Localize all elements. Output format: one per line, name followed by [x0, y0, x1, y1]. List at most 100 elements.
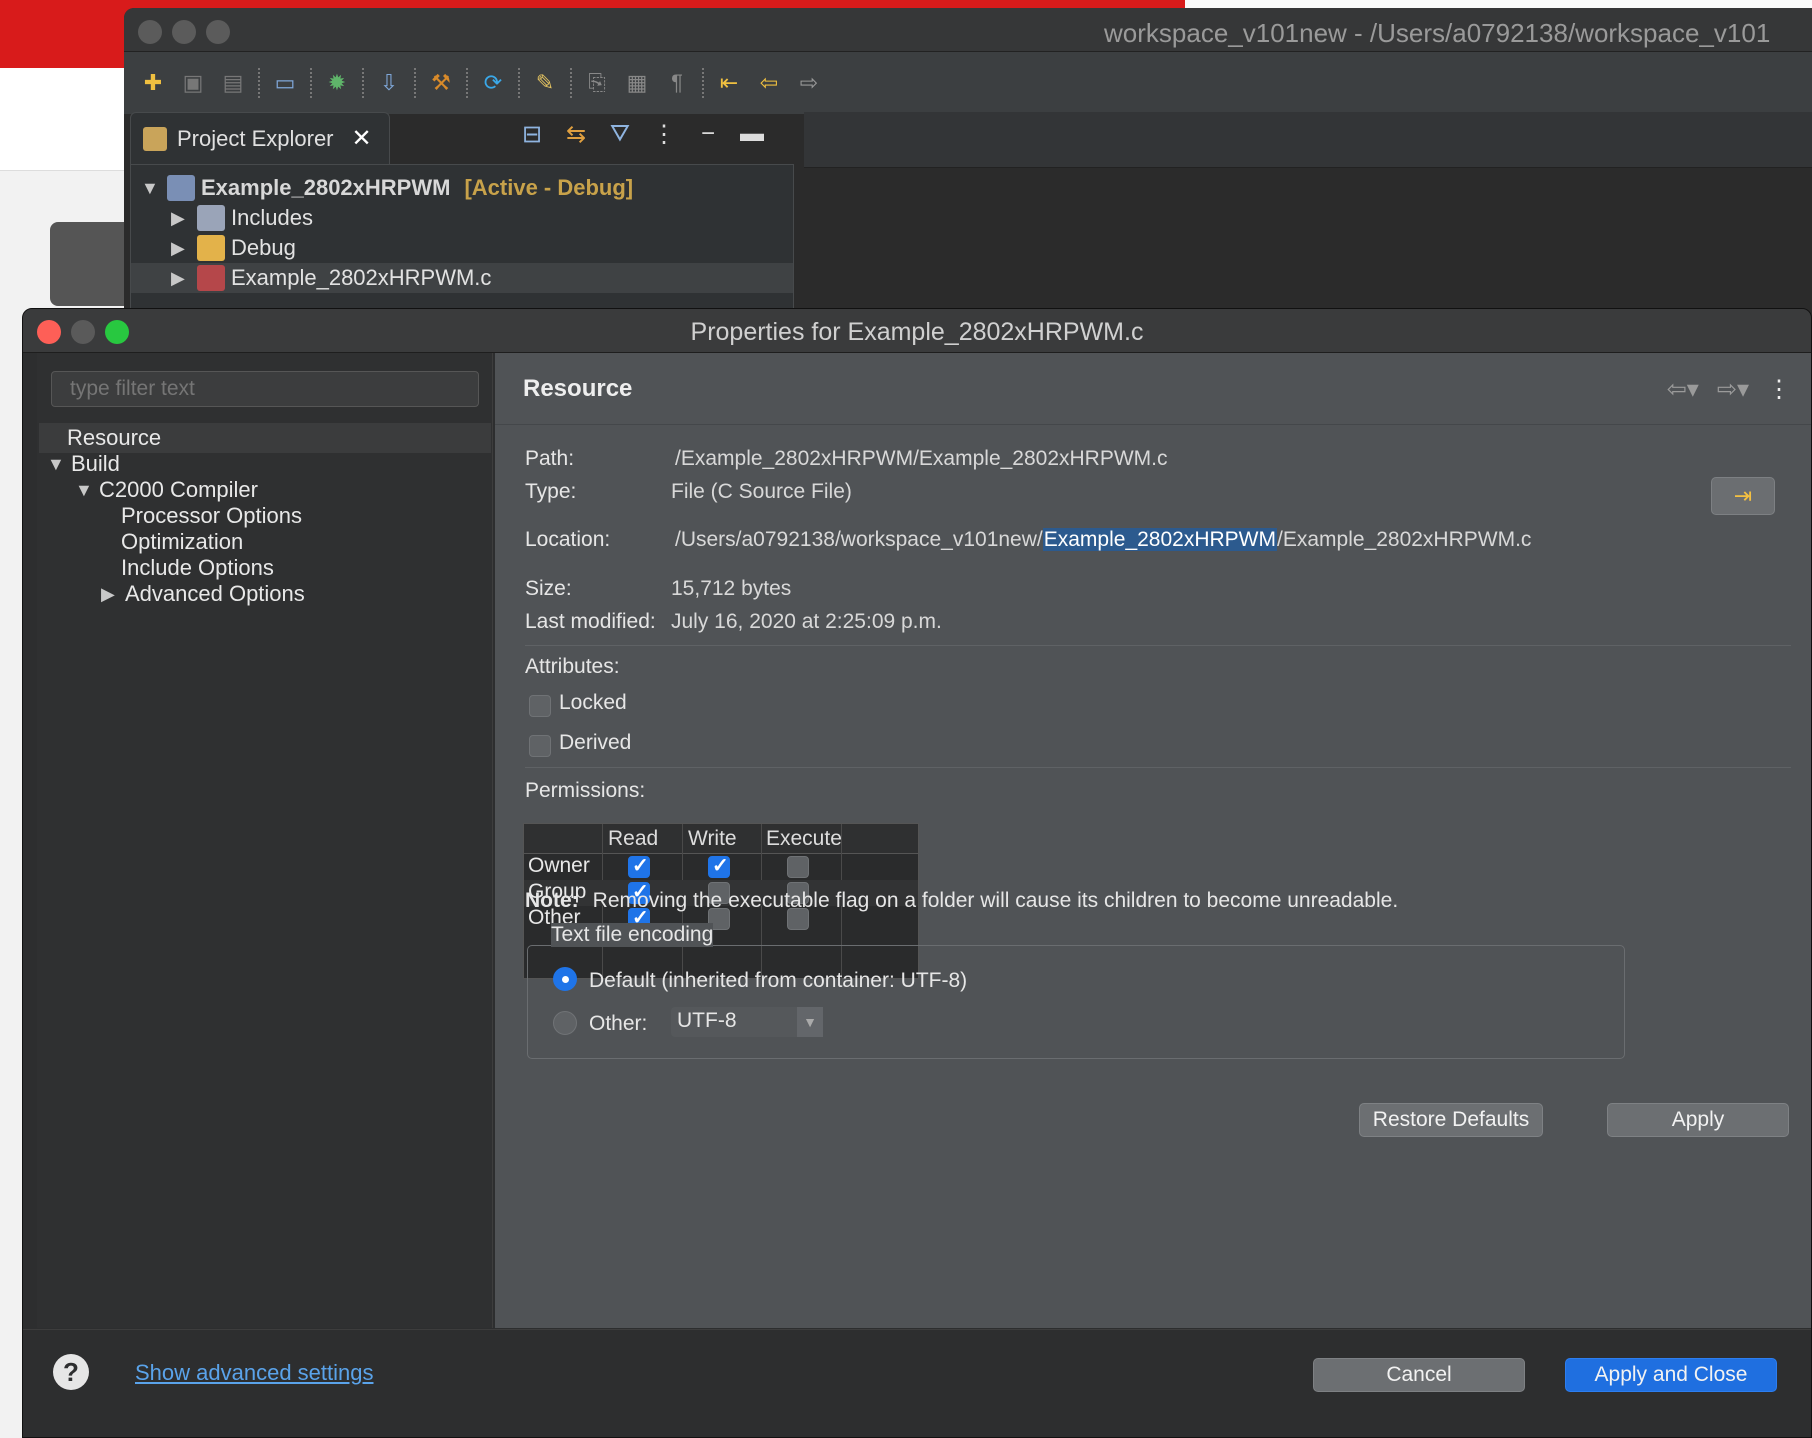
- owner-write-checkbox[interactable]: [708, 853, 730, 878]
- debug-icon[interactable]: ✹: [322, 69, 352, 97]
- pencil-icon[interactable]: ✎: [530, 69, 560, 97]
- nav-item-advanced-options[interactable]: ▶ Advanced Options: [101, 579, 305, 609]
- back-arrow-icon[interactable]: ⇦▾: [1667, 375, 1699, 404]
- ide-window-title: workspace_v101new - /Users/a0792138/work…: [1104, 18, 1771, 48]
- chevron-down-icon[interactable]: ▼: [141, 178, 161, 199]
- location-value[interactable]: /Users/a0792138/workspace_v101new/Exampl…: [675, 528, 1531, 552]
- derived-label: Derived: [559, 731, 632, 754]
- show-in-system-explorer-button[interactable]: ⇥: [1711, 477, 1775, 515]
- properties-dialog: Properties for Example_2802xHRPWM.c Reso…: [22, 308, 1812, 1438]
- forward-icon[interactable]: ⇨: [794, 69, 824, 97]
- explorer-toolbar: ⊟ ⇆ ⛛ ⋮ − ▬: [518, 120, 766, 149]
- chevron-down-icon[interactable]: ▼: [47, 454, 67, 475]
- dialog-titlebar: Properties for Example_2802xHRPWM.c: [23, 309, 1811, 353]
- locked-label: Locked: [559, 691, 627, 714]
- ide-toolbar: ✚ ▣ ▤ ▭ ✹ ⇩ ⚒ ⟳ ✎ ⎘ ▦ ¶ ⇤ ⇦ ⇨: [124, 52, 1812, 114]
- chevron-down-icon[interactable]: ▼: [797, 1007, 823, 1037]
- collapse-all-icon[interactable]: ⊟: [518, 120, 546, 149]
- background-page-strip: [1185, 0, 1812, 8]
- forward-arrow-icon[interactable]: ⇨▾: [1717, 375, 1749, 404]
- project-explorer-tab[interactable]: Project Explorer ✕: [130, 112, 390, 164]
- column-read: Read: [608, 827, 659, 850]
- column-execute: Execute: [766, 827, 842, 850]
- derived-checkbox[interactable]: [529, 735, 551, 757]
- refresh-icon[interactable]: ⟳: [478, 69, 508, 97]
- apply-button[interactable]: Apply: [1607, 1103, 1789, 1137]
- owner-execute-checkbox[interactable]: [787, 856, 809, 878]
- locked-checkbox[interactable]: [529, 695, 551, 717]
- chevron-right-icon[interactable]: ▶: [171, 208, 191, 229]
- encoding-select[interactable]: UTF-8 ▼: [671, 1007, 823, 1037]
- chevron-down-icon[interactable]: ▼: [75, 480, 95, 501]
- dialog-title: Properties for Example_2802xHRPWM.c: [690, 318, 1144, 346]
- save-all-icon[interactable]: ▤: [218, 69, 248, 97]
- tree-item-source-file[interactable]: ▶ Example_2802xHRPWM.c: [131, 263, 793, 293]
- next-annotation-icon[interactable]: ⎘: [582, 69, 612, 97]
- last-modified-value: July 16, 2020 at 2:25:09 p.m.: [671, 610, 942, 633]
- block-selection-icon[interactable]: ▦: [622, 69, 652, 97]
- c-file-icon: [197, 265, 225, 291]
- size-value: 15,712 bytes: [671, 577, 792, 600]
- minimize-icon[interactable]: −: [694, 120, 722, 149]
- editor-area: [804, 112, 1812, 168]
- flash-icon[interactable]: ⇩: [374, 69, 404, 97]
- new-file-icon[interactable]: ✚: [138, 69, 168, 97]
- view-menu-icon[interactable]: ⋮: [650, 120, 678, 149]
- owner-read-checkbox[interactable]: [628, 853, 650, 878]
- encoding-other-label: Other:: [589, 1012, 648, 1035]
- page-title: Resource: [523, 375, 633, 402]
- location-selection: Example_2802xHRPWM: [1042, 528, 1277, 551]
- chevron-right-icon[interactable]: ▶: [171, 238, 191, 259]
- last-edit-icon[interactable]: ⇤: [714, 69, 744, 97]
- attributes-label: Attributes:: [525, 655, 620, 678]
- save-icon[interactable]: ▣: [178, 69, 208, 97]
- ide-minimize-dot[interactable]: [172, 20, 196, 44]
- table-row-owner: Owner: [524, 853, 918, 880]
- close-icon[interactable]: ✕: [352, 124, 372, 153]
- divider: [525, 645, 1791, 646]
- apply-and-close-button[interactable]: Apply and Close: [1565, 1358, 1777, 1392]
- link-with-editor-icon[interactable]: ⇆: [562, 120, 590, 149]
- encoding-other-radio[interactable]: [553, 1011, 577, 1035]
- show-advanced-settings-link[interactable]: Show advanced settings: [135, 1360, 374, 1386]
- filter-input[interactable]: [51, 371, 479, 407]
- build-hammer-icon[interactable]: ⚒: [426, 69, 456, 97]
- restore-defaults-button[interactable]: Restore Defaults: [1359, 1103, 1543, 1137]
- encoding-legend: Text file encoding: [551, 923, 714, 947]
- chevron-right-icon[interactable]: ▶: [101, 584, 121, 605]
- encoding-group: [527, 945, 1625, 1059]
- tree-item-includes[interactable]: ▶ Includes: [171, 203, 313, 233]
- tree-item-debug[interactable]: ▶ Debug: [171, 233, 296, 263]
- permissions-label: Permissions:: [525, 779, 646, 802]
- open-location-icon: ⇥: [1733, 483, 1753, 508]
- type-value: File (C Source File): [671, 480, 852, 503]
- encoding-default-radio[interactable]: [553, 967, 577, 991]
- terminal-icon[interactable]: ▭: [270, 69, 300, 97]
- maximize-icon[interactable]: ▬: [738, 120, 766, 149]
- column-write: Write: [688, 827, 737, 850]
- divider: [525, 767, 1791, 768]
- cancel-button[interactable]: Cancel: [1313, 1358, 1525, 1392]
- permissions-note: Note: Removing the executable flag on a f…: [525, 889, 1399, 912]
- help-icon[interactable]: ?: [53, 1354, 89, 1390]
- size-label: Size:: [525, 577, 572, 600]
- permissions-header: Read Write Execute: [524, 824, 918, 854]
- ide-close-dot[interactable]: [138, 20, 162, 44]
- path-label: Path:: [525, 447, 575, 470]
- encoding-default-label: Default (inherited from container: UTF-8…: [589, 969, 968, 992]
- ide-zoom-dot[interactable]: [206, 20, 230, 44]
- page-header: Resource ⇦▾ ⇨▾ ⋮: [495, 353, 1811, 425]
- properties-nav: Resource ▼ Build ▼ C2000 Compiler Proces…: [37, 353, 493, 1328]
- location-label: Location:: [525, 528, 611, 551]
- back-icon[interactable]: ⇦: [754, 69, 784, 97]
- chevron-right-icon[interactable]: ▶: [171, 268, 191, 289]
- includes-icon: [197, 205, 225, 231]
- show-whitespace-icon[interactable]: ¶: [662, 69, 692, 97]
- ide-titlebar: workspace_v101new - /Users/a0792138/work…: [124, 8, 1812, 52]
- project-icon: [167, 175, 195, 201]
- more-menu-icon[interactable]: ⋮: [1767, 375, 1791, 404]
- path-value: /Example_2802xHRPWM/Example_2802xHRPWM.c: [675, 447, 1168, 470]
- tree-item-project[interactable]: ▼ Example_2802xHRPWM [Active - Debug]: [141, 173, 633, 203]
- page-nav-buttons: ⇦▾ ⇨▾ ⋮: [1667, 375, 1791, 404]
- filter-icon[interactable]: ⛛: [606, 120, 634, 149]
